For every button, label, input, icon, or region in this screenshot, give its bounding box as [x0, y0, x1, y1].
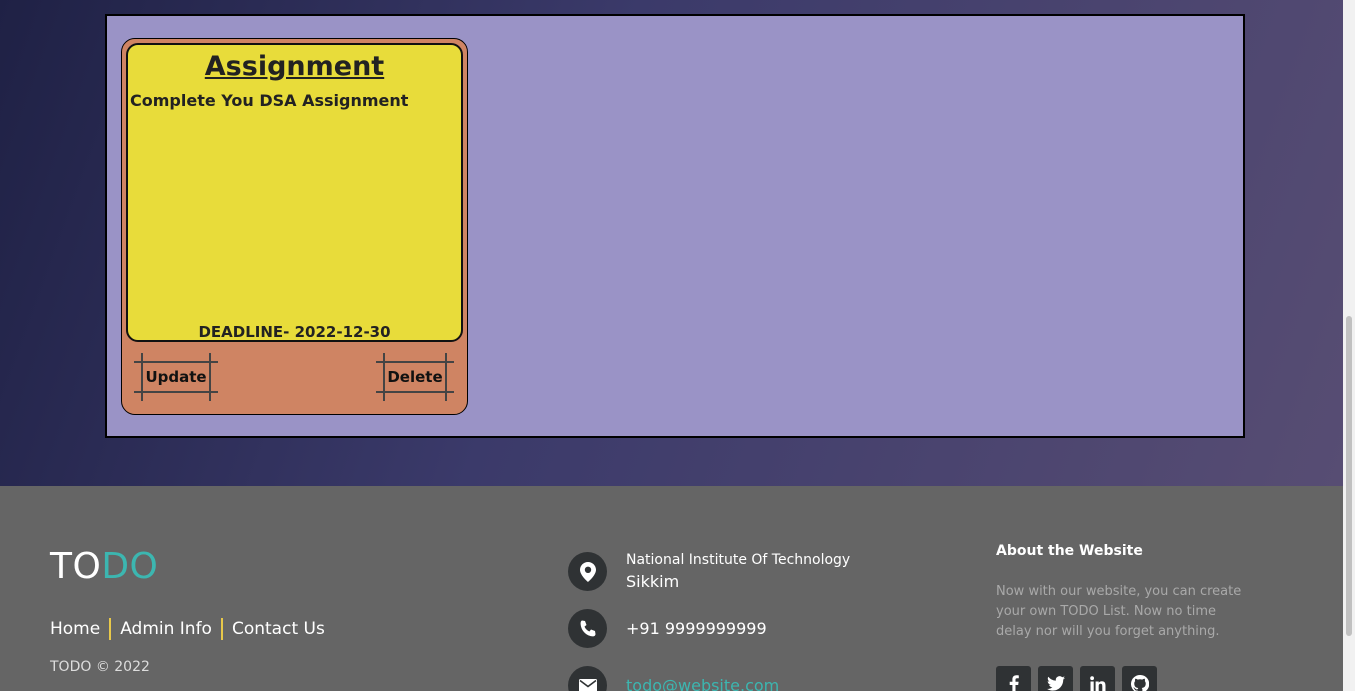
frame-line [209, 353, 211, 401]
todo-card: Assignment Complete You DSA Assignment D… [121, 38, 468, 415]
frame-line [376, 361, 454, 363]
footer: TODO Home Admin Info Contact Us TODO © 2… [0, 486, 1343, 691]
todo-note: Assignment Complete You DSA Assignment D… [126, 43, 463, 342]
update-button[interactable]: Update [134, 353, 218, 401]
scrollbar-thumb[interactable] [1346, 316, 1352, 636]
phone-number: +91 9999999999 [626, 619, 767, 638]
todo-board: Assignment Complete You DSA Assignment D… [105, 14, 1245, 438]
brand-part2: DO [101, 546, 159, 587]
github-icon[interactable] [1122, 666, 1157, 691]
frame-line [134, 391, 218, 393]
frame-line [383, 353, 385, 401]
address-text: National Institute Of Technology Sikkim [626, 552, 850, 591]
footer-brand[interactable]: TODO [50, 546, 158, 587]
phone-row: +91 9999999999 [568, 609, 767, 648]
frame-line [134, 361, 218, 363]
social-links [996, 666, 1157, 691]
address-line1: National Institute Of Technology [626, 552, 851, 568]
email-link[interactable]: todo@website.com [626, 676, 779, 691]
nav-contact-us-link[interactable]: Contact Us [232, 619, 325, 639]
frame-line [376, 391, 454, 393]
footer-nav: Home Admin Info Contact Us [50, 618, 325, 640]
address-line2: Sikkim [626, 572, 680, 591]
todo-title: Assignment [204, 51, 385, 82]
todo-description: Complete You DSA Assignment [130, 91, 409, 110]
map-marker-icon [568, 552, 607, 591]
nav-admin-info-link[interactable]: Admin Info [120, 619, 212, 639]
scrollbar[interactable] [1343, 0, 1355, 691]
todo-deadline: DEADLINE- 2022-12-30 [198, 323, 391, 341]
about-text: Now with our website, you can create you… [996, 584, 1242, 639]
update-label: Update [145, 368, 207, 386]
nav-divider [220, 618, 223, 640]
copyright: TODO © 2022 [50, 659, 150, 675]
facebook-icon[interactable] [996, 666, 1031, 691]
linkedin-icon[interactable] [1080, 666, 1115, 691]
nav-divider [109, 618, 112, 640]
email-row: todo@website.com [568, 666, 779, 691]
phone-text: +91 9999999999 [626, 619, 767, 638]
delete-button[interactable]: Delete [376, 353, 454, 401]
brand-part1: TO [50, 546, 102, 587]
email-text: todo@website.com [626, 676, 779, 691]
frame-line [141, 353, 143, 401]
envelope-icon [568, 666, 607, 691]
delete-label: Delete [387, 368, 443, 386]
address-row: National Institute Of Technology Sikkim [568, 552, 850, 591]
twitter-icon[interactable] [1038, 666, 1073, 691]
about-title: About the Website [996, 543, 1143, 559]
frame-line [445, 353, 447, 401]
nav-home-link[interactable]: Home [50, 619, 100, 639]
phone-icon [568, 609, 607, 648]
